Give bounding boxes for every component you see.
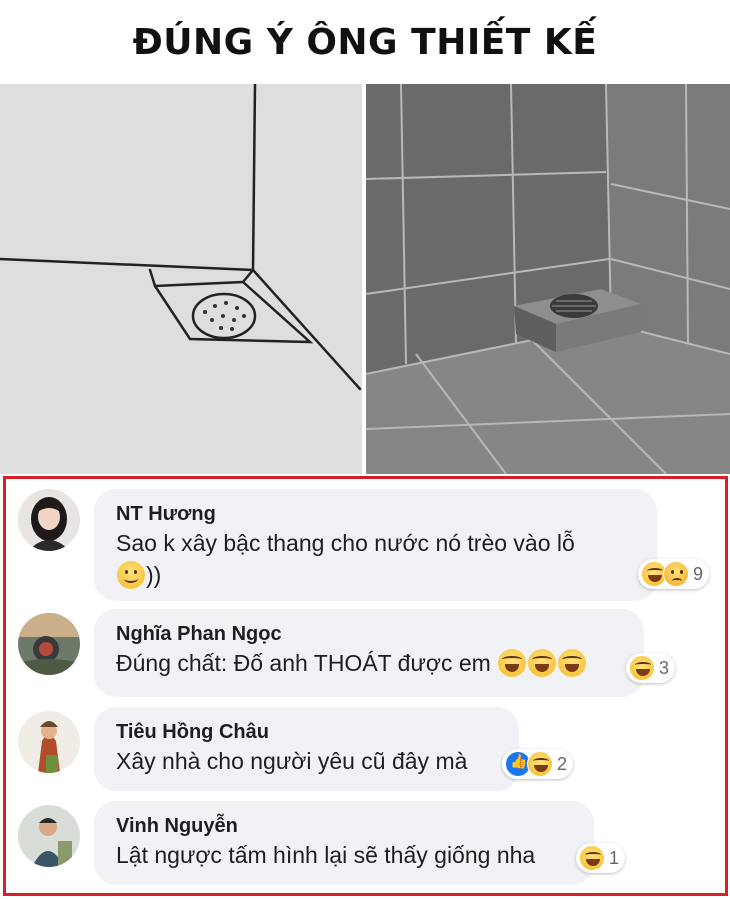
avatar[interactable] [18,711,80,773]
laugh-cry-emoji-icon [558,649,587,677]
photo-comparison [0,84,730,474]
comment-text-line: Sao k xây bậc thang cho nước nó trèo vào… [116,530,575,556]
reaction-count: 1 [609,847,620,868]
tiled-floor-image [366,84,730,474]
comment-text-line: Đúng chất: Đố anh THOÁT được em [116,650,491,676]
avatar[interactable] [18,613,80,675]
avatar[interactable] [18,489,80,551]
reaction-count: 2 [557,753,568,774]
comment-text: Lật ngược tấm hình lại sẽ thấy giống nha [116,842,536,868]
commenter-name[interactable]: Tiêu Hồng Châu [116,719,499,745]
comments-panel: NT Hương Sao k xây bậc thang cho nước nó… [3,476,728,896]
reaction-summary[interactable]: 2 [502,749,574,779]
comment-bubble: Vinh Nguyễn Lật ngược tấm hình lại sẽ th… [94,801,594,885]
comment-bubble: Nghĩa Phan Ngọc Đúng chất: Đố anh THOÁT … [94,609,644,697]
haha-icon [629,655,655,681]
haha-icon [527,751,553,777]
tiled-floor-drain-icon [366,84,730,474]
haha-icon [579,845,605,871]
drawing-image [0,84,362,474]
commenter-name[interactable]: NT Hương [116,501,637,527]
reaction-count: 3 [659,657,670,678]
commenter-name[interactable]: Vinh Nguyễn [116,813,574,839]
smile-emoji-icon [117,561,145,589]
comment-text: Sao k xây bậc thang cho nước nó trèo vào… [116,527,637,591]
reaction-summary[interactable]: 1 [576,843,626,873]
laugh-cry-emoji-icon [498,649,527,677]
comment-bubble: Tiêu Hồng Châu Xây nhà cho người yêu cũ … [94,707,519,791]
reaction-summary[interactable]: 3 [626,653,676,683]
comment-text: Đúng chất: Đố anh THOÁT được em [116,647,624,679]
comment-text-line: )) [146,562,162,588]
page-title: ĐÚNG Ý ÔNG THIẾT KẾ [132,21,598,63]
laugh-cry-emoji-icon [528,649,557,677]
commenter-name[interactable]: Nghĩa Phan Ngọc [116,621,624,647]
comment-bubble: NT Hương Sao k xây bậc thang cho nước nó… [94,489,657,601]
drawing-floor-drain-icon [0,84,362,474]
reaction-count: 9 [693,563,704,584]
avatar[interactable] [18,805,80,867]
sad-icon [663,561,689,587]
reaction-summary[interactable]: 9 [638,559,710,589]
comment-text: Xây nhà cho người yêu cũ đây mà [116,748,468,774]
